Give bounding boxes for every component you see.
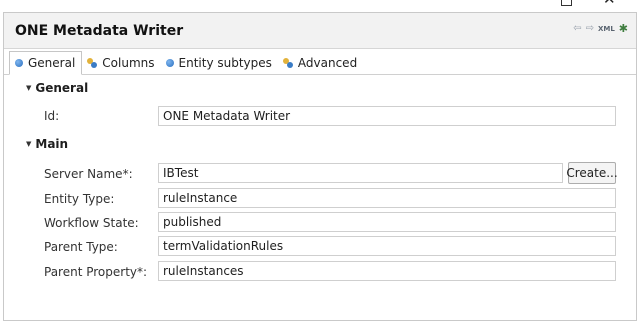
window-controls: ✕ <box>555 0 635 10</box>
cluster-icon <box>87 57 98 68</box>
forward-arrow-icon[interactable]: ⇨ <box>586 23 594 35</box>
server-name-field[interactable]: IBTest <box>158 163 563 183</box>
tab-general[interactable]: General <box>9 51 83 75</box>
tab-advanced[interactable]: Advanced <box>278 51 363 74</box>
maximize-icon[interactable] <box>561 0 572 6</box>
header-toolbar: ⇦ ⇨ XML ✱ <box>573 23 628 35</box>
editor-panel: ONE Metadata Writer ⇦ ⇨ XML ✱ General Co… <box>3 12 637 321</box>
id-field[interactable]: ONE Metadata Writer <box>158 106 616 126</box>
tab-label: Entity subtypes <box>178 55 272 70</box>
parent-property-label: Parent Property*: <box>44 265 148 279</box>
entity-type-label: Entity Type: <box>44 192 115 206</box>
tab-entity-subtypes[interactable]: Entity subtypes <box>161 51 278 74</box>
blue-dot-icon <box>165 58 174 67</box>
tab-bar: General Columns Entity subtypes Advanced <box>4 49 636 75</box>
settings-gear-icon[interactable]: ✱ <box>619 23 628 35</box>
workflow-state-field[interactable]: published <box>158 212 616 232</box>
cluster-icon <box>282 57 293 68</box>
tab-label: General <box>28 56 76 70</box>
blue-dot-icon <box>15 59 23 67</box>
workflow-state-label: Workflow State: <box>44 216 139 230</box>
tab-columns[interactable]: Columns <box>82 51 160 74</box>
parent-type-field[interactable]: termValidationRules <box>158 236 616 256</box>
close-icon[interactable]: ✕ <box>603 0 616 7</box>
tab-label: Advanced <box>297 55 358 70</box>
section-title: General <box>35 81 89 95</box>
back-arrow-icon[interactable]: ⇦ <box>573 23 581 35</box>
section-header-main[interactable]: ▼ Main <box>26 137 68 151</box>
id-label: Id: <box>44 109 60 123</box>
editor-title: ONE Metadata Writer <box>15 22 184 39</box>
parent-type-label: Parent Type: <box>44 240 118 254</box>
collapse-caret-icon[interactable]: ▼ <box>26 84 31 92</box>
parent-property-field[interactable]: ruleInstances <box>158 261 616 281</box>
tab-label: Columns <box>102 55 155 70</box>
entity-type-field[interactable]: ruleInstance <box>158 188 616 208</box>
collapse-caret-icon[interactable]: ▼ <box>26 140 31 148</box>
section-title: Main <box>35 137 69 151</box>
section-header-general[interactable]: ▼ General <box>26 81 88 95</box>
xml-view-icon[interactable]: XML <box>598 23 615 35</box>
editor-header: ONE Metadata Writer ⇦ ⇨ XML ✱ <box>4 13 636 49</box>
server-name-label: Server Name*: <box>44 167 133 181</box>
create-button[interactable]: Create... <box>566 162 618 184</box>
